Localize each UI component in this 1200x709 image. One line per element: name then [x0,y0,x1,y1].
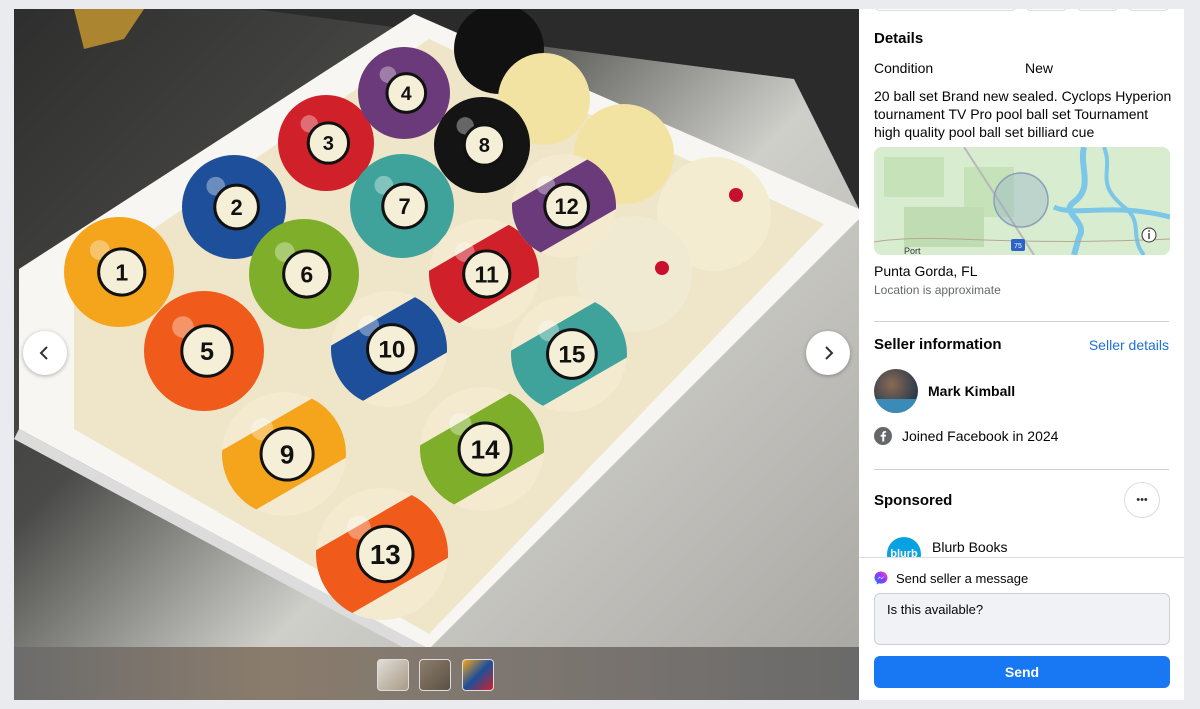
pool-ball-9: 9 [213,392,355,516]
balls-layer: 123456789101112131415 [64,9,771,620]
pool-ball-number: 9 [280,439,294,469]
pool-ball-number: 10 [378,337,405,364]
condition-value: New [1025,60,1054,76]
pool-ball-13: 13 [306,488,458,620]
facebook-icon [874,427,892,445]
pool-ball-number: 5 [200,338,214,366]
thumbnail-3[interactable] [462,659,494,691]
pool-ball-5: 5 [144,291,264,411]
pool-ball-number: 2 [231,195,243,220]
pool-ball-number: 15 [558,342,585,369]
sponsored-more-button[interactable]: ••• [1124,482,1160,518]
map-highway-label: 75 [1014,243,1022,250]
pool-ball-8: 8 [434,97,530,193]
pool-ball-number: 11 [475,261,500,287]
location-map[interactable]: 75 Port [874,147,1170,255]
message-action-button[interactable] [874,9,1017,11]
chevron-right-icon [825,346,834,360]
send-button[interactable]: Send [874,656,1170,688]
message-seller-panel: Send seller a message Is this available?… [859,557,1184,700]
thumbnail-1[interactable] [377,659,409,691]
action-buttons-row [874,9,1170,11]
pool-ball-number: 12 [554,194,578,219]
seller-info-heading: Seller information [874,336,1002,353]
message-input[interactable]: Is this available? [874,593,1170,645]
pool-ball-number: 6 [300,261,313,287]
pool-ball-number: 4 [401,84,412,105]
details-heading: Details [874,30,924,47]
cue-ball-dot-1 [729,188,743,202]
map-graphic: 75 Port [874,147,1170,255]
photo-viewer: 1 2 3 4 5 6 7 8 9 10 11 12 13 14 15 [14,9,859,700]
advertiser-name[interactable]: Blurb Books [932,539,1007,555]
divider [874,469,1169,470]
pool-ball-number: 1 [115,259,128,285]
thumbnail-2[interactable] [419,659,451,691]
seller-details-link[interactable]: Seller details [1089,337,1169,353]
sidebar-scroll: Details Condition New 20 ball set Brand … [859,9,1184,557]
share-action-button[interactable] [1076,9,1119,11]
thumbnail-strip [14,647,859,700]
pool-ball-number: 14 [471,434,500,464]
pool-ball-number: 7 [399,194,411,219]
divider [874,321,1169,322]
pool-ball-7: 7 [350,154,454,258]
location-city: Punta Gorda, FL [874,263,978,279]
messenger-icon [874,571,888,585]
next-photo-button[interactable] [806,331,850,375]
pool-ball-number: 13 [370,539,401,570]
pool-ball-number: 8 [479,135,490,157]
condition-label: Condition [874,60,934,76]
blurb-logo[interactable]: blurb [887,537,921,557]
pool-ball-6: 6 [249,219,359,329]
listing-photo: 1 2 3 4 5 6 7 8 9 10 11 12 13 14 15 [14,9,859,647]
location-note: Location is approximate [874,283,1001,297]
pool-ball-number: 3 [323,133,334,155]
pool-ball-1: 1 [64,217,174,327]
map-port-label: Port [904,246,921,255]
pool-ball-4: 4 [358,47,450,139]
save-action-button[interactable] [1025,9,1068,11]
listing-page: 1 2 3 4 5 6 7 8 9 10 11 12 13 14 15 Details Condition [14,9,1184,700]
condition-row: Condition New [874,60,1053,76]
listing-sidebar: Details Condition New 20 ball set Brand … [859,9,1184,700]
previous-photo-button[interactable] [23,331,67,375]
seller-name[interactable]: Mark Kimball [928,383,1015,399]
joined-facebook-text: Joined Facebook in 2024 [902,428,1059,444]
cue-ball-dot-2 [655,261,669,275]
chevron-left-icon [39,346,48,360]
send-message-heading: Send seller a message [896,571,1029,586]
sponsored-heading: Sponsored [874,492,953,509]
pool-ball-14: 14 [411,387,553,511]
more-action-button[interactable] [1127,9,1170,11]
listing-description: 20 ball set Brand new sealed. Cyclops Hy… [874,88,1172,140]
seller-avatar[interactable] [874,369,918,413]
